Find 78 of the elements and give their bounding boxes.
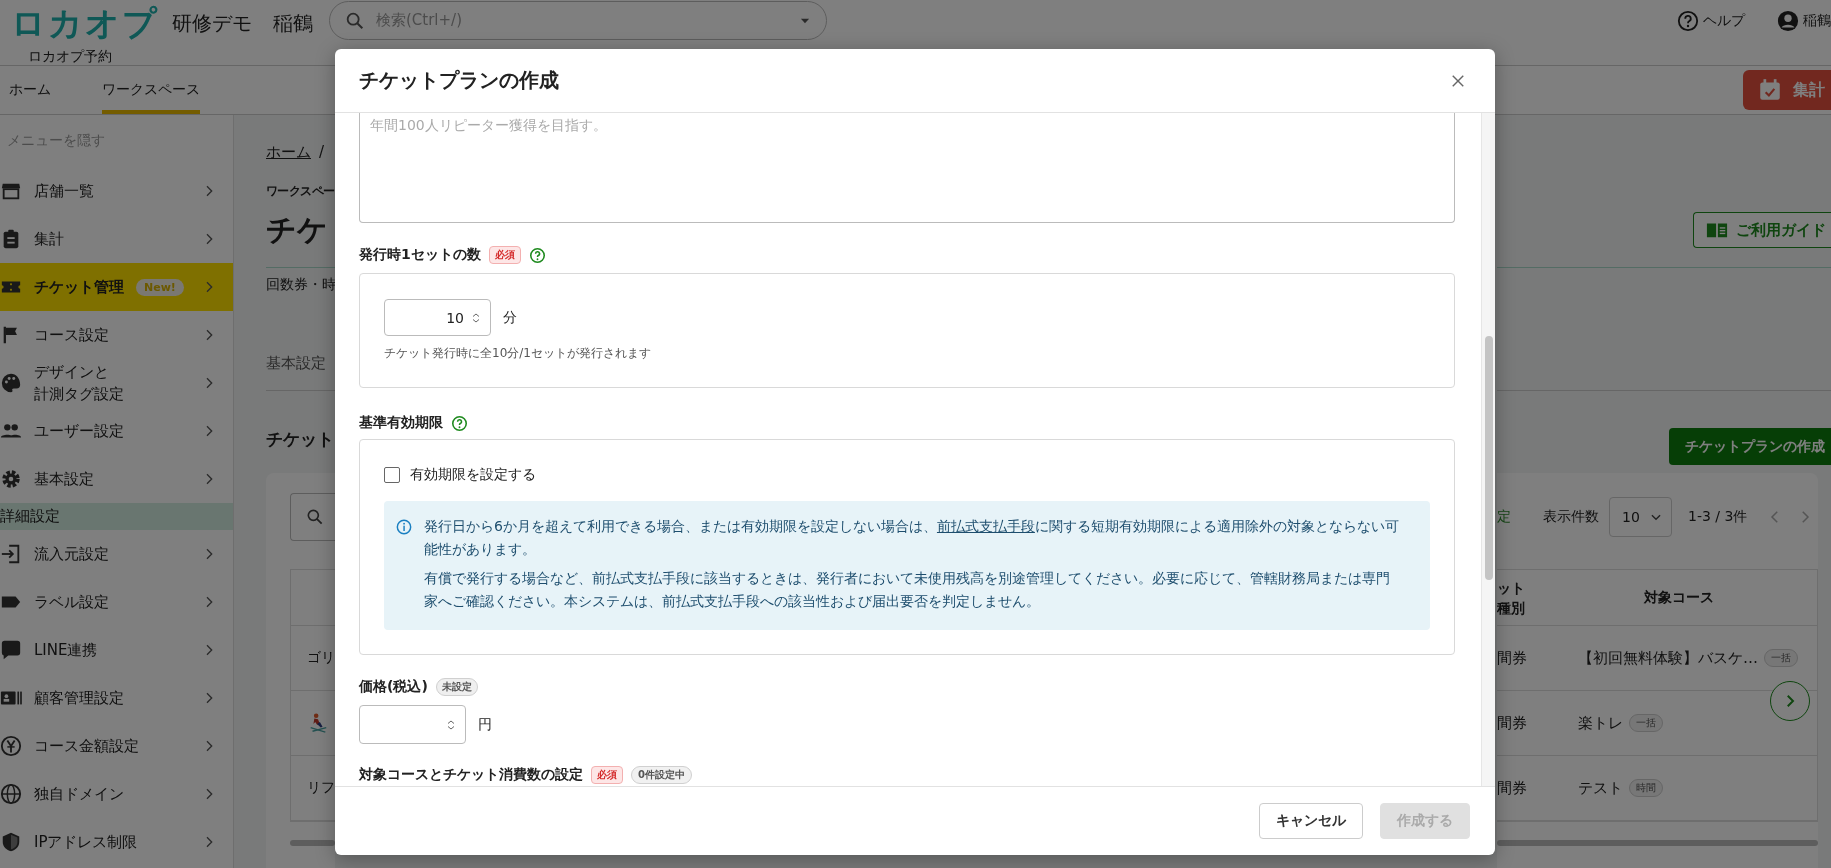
- workspace-label: ワークスペー: [266, 182, 335, 200]
- scrollbar[interactable]: [290, 840, 335, 846]
- table-cell-text: 間券: [1497, 648, 1528, 668]
- price-field[interactable]: [359, 705, 466, 744]
- user-icon: [1777, 10, 1799, 32]
- field-label: 対象コースとチケット消費数の設定: [359, 766, 583, 784]
- info-text: 発行日から6か月を超えて利用できる場合、または有効期限を設定しない場合は、前払式支払手段に関する短期有効期限による適用除外の対象とならない可能性があります。: [424, 517, 1400, 559]
- logo-caption: ロカオプ予約: [28, 48, 113, 64]
- organization-name: 研修デモ: [172, 10, 252, 37]
- required-badge: 必須: [488, 246, 521, 264]
- column-header: ット種別: [1497, 578, 1526, 618]
- guide-button[interactable]: ご利用ガイド: [1693, 212, 1831, 248]
- globe-icon: [0, 783, 22, 805]
- new-badge: New!: [136, 278, 184, 296]
- settings-tab[interactable]: 基本設定: [266, 354, 326, 372]
- sidebar-item[interactable]: コース設定: [0, 311, 233, 359]
- sidebar-item[interactable]: 独自ドメイン: [0, 770, 233, 818]
- memo-field[interactable]: 年間100人リピーター獲得を目指す。: [359, 113, 1455, 223]
- sidebar-item[interactable]: ユーザー設定: [0, 407, 233, 455]
- chat-icon: [0, 639, 22, 661]
- user-name[interactable]: 稲鶴: [1803, 12, 1831, 30]
- unit-label: 円: [478, 715, 492, 734]
- checkbox[interactable]: [384, 467, 400, 483]
- table-cell: 【初回無料体験】バスケ…: [1578, 648, 1758, 668]
- field-label: 発行時1セットの数: [359, 246, 481, 264]
- help-link[interactable]: ヘルプ: [1703, 12, 1745, 30]
- prepaid-payment-link[interactable]: 前払式支払手段: [936, 518, 1035, 534]
- page-title: チケ: [266, 210, 328, 249]
- sidebar-item[interactable]: 店舗一覧: [0, 167, 233, 215]
- sidebar-item[interactable]: コース金額設定: [0, 722, 233, 770]
- search-icon: [305, 507, 325, 527]
- sidebar-item[interactable]: チケット管理 New!: [0, 263, 233, 311]
- column-header: 対象コース: [1643, 588, 1715, 607]
- logo: ロカオプ: [11, 4, 160, 42]
- help-icon[interactable]: [451, 414, 468, 432]
- unit-label: 分: [503, 308, 517, 327]
- calendar-check-icon: [1757, 77, 1783, 103]
- field-label: 価格(税込): [359, 678, 428, 696]
- store-name: 稲鶴: [273, 10, 313, 37]
- required-badge: 必須: [591, 766, 623, 784]
- checkbox-label[interactable]: 有効期限を設定する: [410, 466, 536, 484]
- table-cell-text: 間券: [1497, 778, 1528, 798]
- nav-tab[interactable]: ホーム: [9, 66, 51, 114]
- hint-text: チケット発行時に全10分/1セットが発行されます: [384, 345, 652, 361]
- help-icon[interactable]: [528, 246, 546, 264]
- create-plan-button[interactable]: チケットプランの作成: [1669, 428, 1831, 465]
- table-cell: 楽トレ: [1578, 713, 1623, 733]
- cancel-button[interactable]: キャンセル: [1259, 803, 1363, 839]
- help-icon: [1677, 10, 1699, 32]
- dialog-title: チケットプランの作成: [359, 67, 559, 94]
- sidebar-item[interactable]: 集計: [0, 215, 233, 263]
- summary-button[interactable]: 集計: [1743, 70, 1831, 110]
- field-label: 基準有効期限: [359, 414, 443, 432]
- number-field[interactable]: 10: [384, 299, 491, 336]
- table-cell: ゴリ: [307, 649, 335, 667]
- breadcrumb-link[interactable]: ホーム: [266, 140, 311, 164]
- sidebar-item[interactable]: 流入元設定: [0, 530, 233, 578]
- page-size-label: 表示件数: [1543, 508, 1599, 526]
- page-size-select[interactable]: 10: [1609, 497, 1672, 537]
- info-text: 有償で発行する場合など、前払式支払手段に該当するときは、発行者において未使用残高を別途管理してください。必要に応じて、管轄財務局または専門家へご確認ください。本システムは、前払式支払手段への該当性および届出要否を判定しません。: [424, 569, 1391, 611]
- yen-icon: [0, 735, 22, 757]
- breadcrumb-separator: /: [319, 142, 325, 163]
- page-description: 回数券・時: [266, 276, 335, 294]
- sidebar-section-header: 詳細設定: [0, 503, 233, 530]
- sidebar-item[interactable]: 基本設定: [0, 455, 233, 503]
- scrollbar[interactable]: [1481, 113, 1495, 786]
- tag: 時間: [1629, 779, 1663, 797]
- info-icon: [396, 519, 412, 535]
- sign-in-icon: [0, 543, 22, 565]
- section-title: チケット: [266, 428, 334, 451]
- table-cell-text: 間券: [1497, 713, 1528, 733]
- status-badge: 未設定: [435, 678, 478, 696]
- filter-link[interactable]: 定: [1497, 508, 1511, 526]
- count-badge: 0件設定中: [631, 766, 692, 784]
- table-cell: テスト: [1578, 778, 1623, 798]
- table-cell: リフ: [307, 779, 335, 797]
- page-range: 1-3 / 3件: [1688, 508, 1748, 526]
- scrollbar[interactable]: [1497, 840, 1818, 846]
